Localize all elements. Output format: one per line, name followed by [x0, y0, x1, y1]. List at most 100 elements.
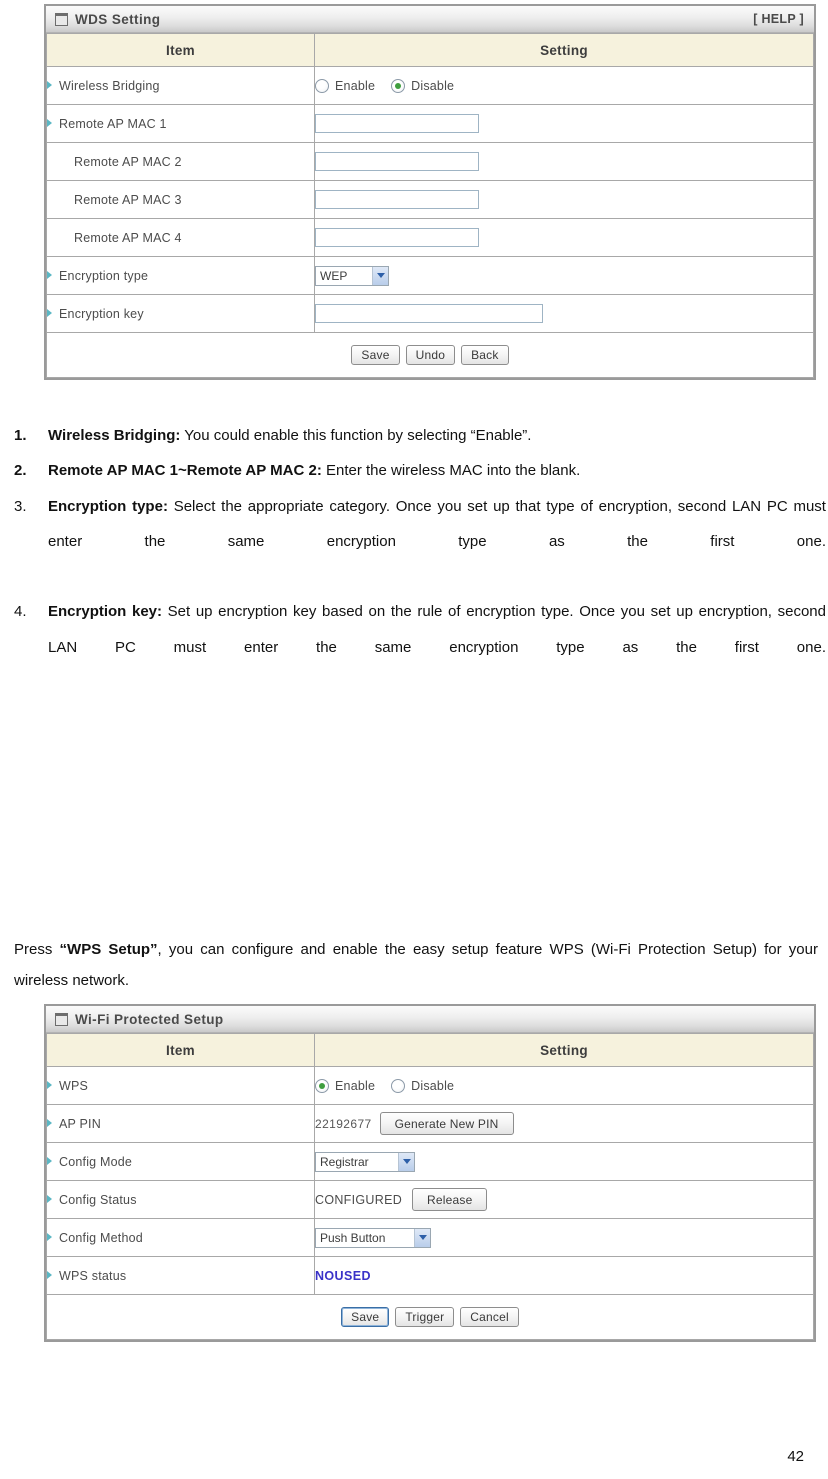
- encryption-key-input[interactable]: [315, 304, 543, 323]
- window-icon: [55, 1012, 68, 1026]
- press-bold-term: “WPS Setup”: [59, 941, 158, 958]
- row-setting-remote-ap-mac-1: [314, 104, 814, 143]
- list-item-lead: Encryption type:: [48, 497, 168, 515]
- row-label-wps-status: WPS status: [46, 1256, 315, 1295]
- table-row: WPS status NOUSED: [46, 1256, 814, 1295]
- list-item-text: Set up encryption key based on the rule …: [48, 603, 826, 656]
- cancel-button[interactable]: Cancel: [460, 1307, 519, 1327]
- ap-pin-value: 22192677: [315, 1116, 372, 1131]
- list-item-text: Enter the wireless MAC into the blank.: [321, 462, 581, 480]
- radio-enable[interactable]: [315, 1078, 329, 1093]
- wps-panel-title: Wi-Fi Protected Setup: [75, 1011, 224, 1027]
- chevron-down-icon[interactable]: [414, 1228, 430, 1247]
- wds-action-bar: Save Undo Back: [46, 332, 814, 378]
- save-button[interactable]: Save: [341, 1307, 390, 1327]
- remote-ap-mac-1-input[interactable]: [315, 114, 479, 133]
- list-item: 4. Encryption key: Set up encryption key…: [8, 594, 826, 700]
- list-item-body: Remote AP MAC 1~Remote AP MAC 2: Enter t…: [48, 453, 826, 488]
- press-prefix: Press: [14, 941, 60, 958]
- row-label-ap-pin: AP PIN: [46, 1104, 315, 1143]
- generate-new-pin-button[interactable]: Generate New PIN: [379, 1112, 514, 1135]
- row-label-encryption-key: Encryption key: [46, 294, 315, 333]
- column-header-setting: Setting: [314, 1033, 814, 1067]
- config-method-select[interactable]: Push Button: [315, 1227, 431, 1248]
- list-item-lead: Encryption key:: [48, 603, 163, 621]
- save-button[interactable]: Save: [351, 345, 400, 365]
- radio-disable[interactable]: [391, 78, 406, 93]
- page-number: 42: [787, 1448, 804, 1465]
- radio-disable-label: Disable: [411, 78, 455, 93]
- help-link[interactable]: [ HELP ]: [753, 12, 804, 26]
- wds-panel-titlebar: WDS Setting [ HELP ]: [46, 6, 814, 33]
- row-setting-remote-ap-mac-4: [314, 218, 814, 257]
- list-item-lead: Remote AP MAC 1~Remote AP MAC 2:: [48, 462, 322, 480]
- column-header-setting: Setting: [314, 33, 814, 67]
- config-method-value: Push Button: [320, 1230, 386, 1245]
- wps-settings-table: Item Setting WPS Enable Disable AP PIN 2…: [46, 1033, 814, 1340]
- row-label-remote-ap-mac-3: Remote AP MAC 3: [46, 180, 315, 219]
- undo-button[interactable]: Undo: [405, 345, 456, 365]
- wps-intro-paragraph-wrap: Press “WPS Setup”, you can configure and…: [14, 920, 818, 1012]
- row-label-remote-ap-mac-1: Remote AP MAC 1: [46, 104, 315, 143]
- table-row: Remote AP MAC 1: [46, 104, 814, 143]
- remote-ap-mac-2-input[interactable]: [315, 152, 479, 171]
- table-row: Encryption type WEP: [46, 256, 814, 295]
- row-setting-encryption-key: [314, 294, 814, 333]
- table-row: Wireless Bridging Enable Disable: [46, 66, 814, 105]
- release-button[interactable]: Release: [412, 1188, 488, 1211]
- bullet-icon: [47, 1080, 52, 1089]
- table-row: Remote AP MAC 3: [46, 180, 814, 219]
- list-item-text: You could enable this function by select…: [180, 427, 532, 444]
- list-item-number: 3.: [14, 497, 27, 515]
- table-row: WPS Enable Disable: [46, 1066, 814, 1105]
- table-row: Config Mode Registrar: [46, 1142, 814, 1181]
- table-row: Remote AP MAC 2: [46, 142, 814, 181]
- wps-action-bar: Save Trigger Cancel: [46, 1294, 814, 1340]
- column-header-item: Item: [46, 33, 315, 67]
- bullet-icon: [47, 308, 52, 317]
- remote-ap-mac-3-input[interactable]: [315, 190, 479, 209]
- bullet-icon: [47, 1232, 52, 1241]
- row-setting-remote-ap-mac-3: [314, 180, 814, 219]
- radio-enable-label: Enable: [335, 78, 376, 93]
- list-item: 2. Remote AP MAC 1~Remote AP MAC 2: Ente…: [8, 453, 826, 488]
- row-setting-remote-ap-mac-2: [314, 142, 814, 181]
- row-label-remote-ap-mac-2: Remote AP MAC 2: [46, 142, 315, 181]
- radio-enable[interactable]: [315, 78, 329, 93]
- bullet-icon: [47, 80, 52, 89]
- wps-radio-group: Enable Disable: [315, 1078, 813, 1093]
- list-item-body: Encryption key: Set up encryption key ba…: [48, 594, 826, 700]
- status-badge: NOUSED: [315, 1268, 371, 1283]
- back-button[interactable]: Back: [461, 345, 509, 365]
- radio-enable-label: Enable: [335, 1078, 376, 1093]
- config-status-value: CONFIGURED: [315, 1192, 403, 1207]
- list-item-body: Wireless Bridging: You could enable this…: [48, 418, 826, 453]
- list-item-body: Encryption type: Select the appropriate …: [48, 489, 826, 595]
- encryption-type-select[interactable]: WEP: [315, 265, 389, 286]
- config-mode-select[interactable]: Registrar: [315, 1151, 415, 1172]
- row-setting-wireless-bridging: Enable Disable: [314, 66, 814, 105]
- trigger-button[interactable]: Trigger: [395, 1307, 455, 1327]
- row-label-remote-ap-mac-4: Remote AP MAC 4: [46, 218, 315, 257]
- radio-disable[interactable]: [391, 1078, 406, 1093]
- instructions-list: 1. Wireless Bridging: You could enable t…: [8, 418, 826, 700]
- chevron-down-icon[interactable]: [398, 1152, 414, 1171]
- column-header-item: Item: [46, 1033, 315, 1067]
- list-item: 1. Wireless Bridging: You could enable t…: [8, 418, 826, 453]
- row-setting-config-status: CONFIGURED Release: [314, 1180, 814, 1219]
- row-label-config-mode: Config Mode: [46, 1142, 315, 1181]
- row-setting-ap-pin: 22192677 Generate New PIN: [314, 1104, 814, 1143]
- bullet-icon: [47, 1194, 52, 1203]
- row-setting-wps: Enable Disable: [314, 1066, 814, 1105]
- wds-panel-title: WDS Setting: [75, 11, 161, 27]
- chevron-down-icon[interactable]: [372, 266, 388, 285]
- row-setting-encryption-type: WEP: [314, 256, 814, 295]
- table-row: Remote AP MAC 4: [46, 218, 814, 257]
- wps-panel-titlebar: Wi-Fi Protected Setup: [46, 1006, 814, 1033]
- bullet-icon: [47, 118, 52, 127]
- remote-ap-mac-4-input[interactable]: [315, 228, 479, 247]
- radio-disable-label: Disable: [411, 1078, 455, 1093]
- list-item-number: 1.: [14, 427, 27, 444]
- table-row-actions: Save Trigger Cancel: [46, 1294, 814, 1340]
- table-header-row: Item Setting: [46, 1033, 814, 1067]
